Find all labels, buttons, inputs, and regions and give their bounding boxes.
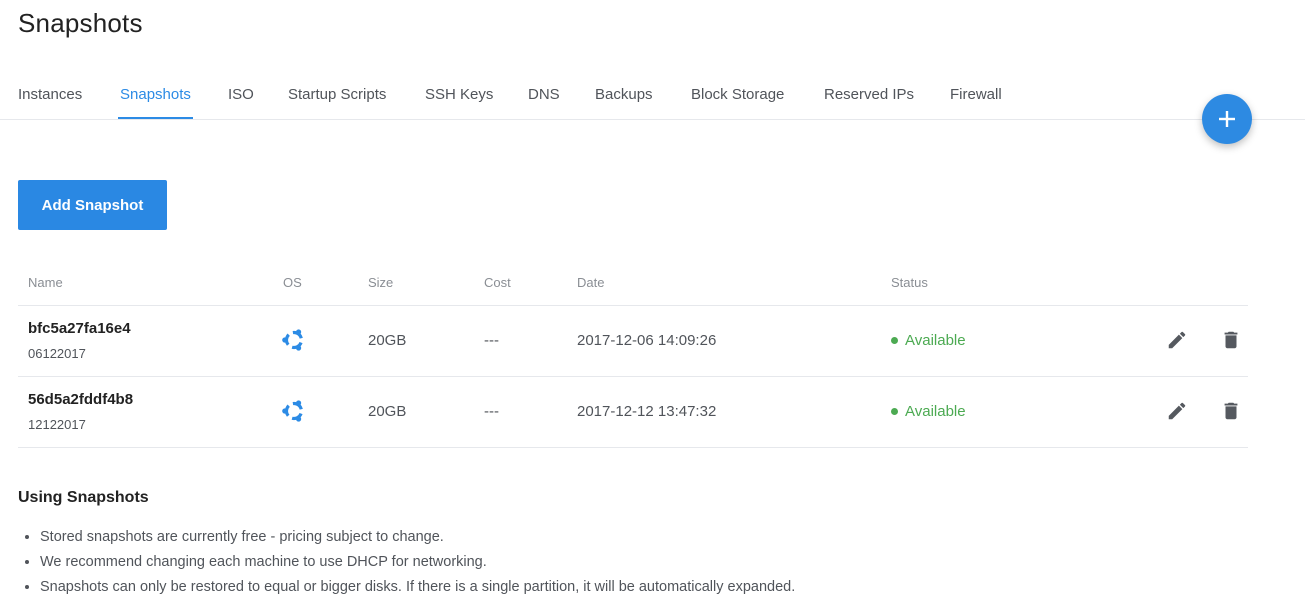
edit-icon[interactable]: [1166, 329, 1188, 351]
column-header-os: OS: [283, 275, 302, 290]
tab-iso[interactable]: ISO: [228, 86, 254, 103]
tab-firewall[interactable]: Firewall: [950, 86, 1002, 103]
snapshot-size: 20GB: [368, 403, 407, 420]
status-badge: Available: [891, 403, 966, 420]
list-item: Snapshots can only be restored to equal …: [40, 577, 795, 602]
table-header: Name OS Size Cost Date Status: [18, 260, 1248, 306]
status-badge: Available: [891, 332, 966, 349]
tab-dns[interactable]: DNS: [528, 86, 560, 103]
info-list: Stored snapshots are currently free - pr…: [40, 527, 795, 602]
ubuntu-icon: [282, 400, 304, 422]
tab-reserved-ips[interactable]: Reserved IPs: [824, 86, 914, 103]
ubuntu-icon: [282, 329, 304, 351]
column-header-size: Size: [368, 275, 394, 290]
info-section-title: Using Snapshots: [18, 489, 149, 506]
snapshot-description: 12122017: [28, 417, 86, 432]
status-label: Available: [905, 332, 966, 349]
table-row[interactable]: 56d5a2fddf4b8 12122017 20GB --- 2017-12-…: [18, 377, 1248, 448]
page-title: Snapshots: [18, 8, 143, 38]
snapshot-cost: ---: [484, 403, 499, 420]
column-header-status: Status: [891, 275, 928, 290]
add-snapshot-button[interactable]: Add Snapshot: [18, 180, 167, 230]
status-dot: [891, 407, 898, 415]
delete-icon[interactable]: [1220, 400, 1242, 422]
tab-ssh-keys[interactable]: SSH Keys: [425, 86, 493, 103]
table-row[interactable]: bfc5a27fa16e4 06122017 20GB --- 2017-12-…: [18, 306, 1248, 377]
column-header-date: Date: [577, 275, 605, 290]
tab-bar: Instances Snapshots ISO Startup Scripts …: [0, 70, 1305, 120]
status-dot: [891, 336, 898, 344]
tab-snapshots[interactable]: Snapshots: [120, 86, 191, 103]
column-header-cost: Cost: [484, 275, 511, 290]
column-header-name: Name: [28, 275, 63, 290]
snapshot-cost: ---: [484, 332, 499, 349]
plus-icon: [1219, 111, 1235, 127]
tab-block-storage[interactable]: Block Storage: [691, 86, 784, 103]
tab-startup-scripts[interactable]: Startup Scripts: [288, 86, 386, 103]
edit-icon[interactable]: [1166, 400, 1188, 422]
snapshot-date: 2017-12-12 13:47:32: [577, 403, 717, 420]
add-fab-button[interactable]: [1202, 94, 1252, 144]
active-tab-indicator: [118, 117, 193, 119]
list-item: Stored snapshots are currently free - pr…: [40, 527, 795, 552]
status-label: Available: [905, 403, 966, 420]
snapshots-table: Name OS Size Cost Date Status bfc5a27fa1…: [18, 260, 1248, 448]
tab-instances[interactable]: Instances: [18, 86, 82, 103]
snapshot-name[interactable]: bfc5a27fa16e4: [28, 320, 131, 337]
tab-backups[interactable]: Backups: [595, 86, 653, 103]
snapshot-name[interactable]: 56d5a2fddf4b8: [28, 391, 133, 408]
snapshot-size: 20GB: [368, 332, 407, 349]
list-item: We recommend changing each machine to us…: [40, 552, 795, 577]
snapshot-date: 2017-12-06 14:09:26: [577, 332, 717, 349]
snapshot-description: 06122017: [28, 346, 86, 361]
delete-icon[interactable]: [1220, 329, 1242, 351]
